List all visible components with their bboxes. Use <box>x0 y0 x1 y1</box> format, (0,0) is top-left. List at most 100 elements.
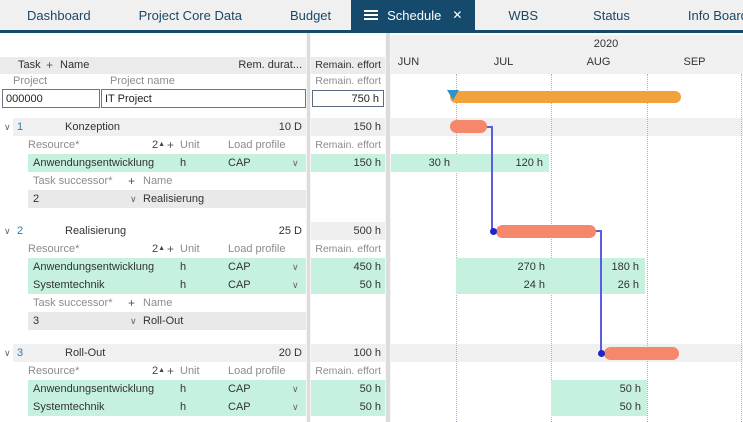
nav-item-budget[interactable]: Budget <box>290 8 331 23</box>
nav-item-status[interactable]: Status <box>593 8 630 23</box>
resource-effort-value[interactable]: 150 h <box>311 154 385 172</box>
nav-item-info-board[interactable]: Info Board <box>688 8 743 23</box>
resource-unit[interactable]: h <box>180 154 186 172</box>
task-effort-value[interactable]: 100 h <box>311 344 385 362</box>
remaining-effort-pane: Remain. effort Remain. effort 150 h Rema… <box>311 33 385 422</box>
nav-item-dashboard[interactable]: Dashboard <box>27 8 91 23</box>
gantt-effort-cell[interactable]: 180 h <box>551 258 645 276</box>
column-header-rem-duration: Rem. durat... <box>238 57 302 74</box>
resource-effort-col-label: Remain. effort <box>311 362 385 380</box>
add-successor-icon[interactable]: + <box>128 172 135 190</box>
resource-header-row: Resource* 2▲ + Unit Load profile <box>0 362 306 380</box>
resource-name[interactable]: Anwendungsentwicklung <box>33 380 154 398</box>
task-name[interactable]: Konzeption <box>65 118 120 136</box>
task-effort-value[interactable]: 150 h <box>311 118 385 136</box>
task-duration[interactable]: 10 D <box>279 118 302 136</box>
column-header-name: Name <box>60 57 89 74</box>
gantt-month-label: AUG <box>551 56 646 68</box>
resource-unit[interactable]: h <box>180 398 186 416</box>
resource-name[interactable]: Systemtechnik <box>33 276 105 294</box>
resource-row[interactable]: Systemtechnik h CAP ∨ <box>0 398 306 416</box>
add-task-icon[interactable]: + <box>46 57 53 74</box>
resource-header-row: Resource* 2▲ + Unit Load profile <box>0 240 306 258</box>
gantt-effort-cell[interactable]: 24 h <box>456 276 551 294</box>
sort-ascending-icon: ▲ <box>158 141 165 148</box>
nav-tab-schedule-label: Schedule <box>387 8 441 23</box>
load-profile-col-label: Load profile <box>228 136 286 154</box>
resource-unit[interactable]: h <box>180 258 186 276</box>
resource-effort-value[interactable]: 50 h <box>311 380 385 398</box>
task-name[interactable]: Roll-Out <box>65 344 105 362</box>
expand-chevron-icon[interactable]: ∨ <box>4 344 11 362</box>
task-bar-realisierung[interactable] <box>496 225 596 238</box>
nav-tab-schedule-active[interactable]: Schedule ✕ <box>351 0 475 30</box>
resource-row[interactable]: Anwendungsentwicklung h CAP ∨ <box>0 258 306 276</box>
add-successor-icon[interactable]: + <box>128 294 135 312</box>
gantt-effort-cell[interactable]: 26 h <box>551 276 645 294</box>
gantt-effort-cell[interactable]: 120 h <box>456 154 549 172</box>
expand-chevron-icon[interactable]: ∨ <box>4 222 11 240</box>
expand-chevron-icon[interactable]: ∨ <box>4 118 11 136</box>
resource-load-profile[interactable]: CAP <box>228 154 251 172</box>
nav-item-wbs[interactable]: WBS <box>508 8 538 23</box>
resource-load-profile[interactable]: CAP <box>228 258 251 276</box>
close-icon[interactable]: ✕ <box>452 8 462 22</box>
dropdown-chevron-icon[interactable]: ∨ <box>130 190 137 208</box>
resource-load-profile[interactable]: CAP <box>228 398 251 416</box>
successor-id[interactable]: 2 <box>33 190 39 208</box>
task-table-pane: Task + Name Rem. durat... Project Projec… <box>0 33 306 422</box>
task-bar-konzeption[interactable] <box>450 120 487 133</box>
resource-row[interactable]: Systemtechnik h CAP ∨ <box>0 276 306 294</box>
successor-row[interactable]: 2 ∨ Realisierung <box>0 190 306 208</box>
task-bar-roll-out[interactable] <box>604 347 679 360</box>
resource-effort-value[interactable]: 50 h <box>311 276 385 294</box>
resource-name[interactable]: Anwendungsentwicklung <box>33 258 154 276</box>
resource-row[interactable]: Anwendungsentwicklung h CAP ∨ <box>0 380 306 398</box>
gantt-effort-cell[interactable]: 270 h <box>456 258 551 276</box>
task-duration[interactable]: 25 D <box>279 222 302 240</box>
task-name[interactable]: Realisierung <box>65 222 126 240</box>
resource-row[interactable]: Anwendungsentwicklung h CAP ∨ <box>0 154 306 172</box>
sort-indicator[interactable]: 2▲ <box>152 240 165 258</box>
project-name-input[interactable] <box>101 89 306 108</box>
resource-effort-value[interactable]: 50 h <box>311 398 385 416</box>
task-row-realisierung[interactable]: ∨ 2 Realisierung 25 D <box>0 222 306 240</box>
project-summary-bar[interactable] <box>450 91 681 103</box>
project-id-input[interactable] <box>2 89 100 108</box>
dropdown-chevron-icon[interactable]: ∨ <box>292 154 299 172</box>
dropdown-chevron-icon[interactable]: ∨ <box>292 276 299 294</box>
gantt-month-label: SEP <box>647 56 742 68</box>
sort-indicator[interactable]: 2▲ <box>152 136 165 154</box>
add-resource-icon[interactable]: + <box>167 362 174 380</box>
task-duration[interactable]: 20 D <box>279 344 302 362</box>
task-row-konzeption[interactable]: ∨ 1 Konzeption 10 D <box>0 118 306 136</box>
sort-indicator[interactable]: 2▲ <box>152 362 165 380</box>
nav-item-project-core-data[interactable]: Project Core Data <box>139 8 242 23</box>
dropdown-chevron-icon[interactable]: ∨ <box>292 258 299 276</box>
successor-row[interactable]: 3 ∨ Roll-Out <box>0 312 306 330</box>
add-resource-icon[interactable]: + <box>167 240 174 258</box>
gantt-effort-cell[interactable]: 50 h <box>551 398 647 416</box>
resource-name[interactable]: Systemtechnik <box>33 398 105 416</box>
gantt-effort-cell[interactable]: 30 h <box>391 154 456 172</box>
dropdown-chevron-icon[interactable]: ∨ <box>130 312 137 330</box>
successor-header-row: Task successor* + Name <box>0 294 306 312</box>
add-resource-icon[interactable]: + <box>167 136 174 154</box>
dropdown-chevron-icon[interactable]: ∨ <box>292 380 299 398</box>
hamburger-icon[interactable] <box>364 14 378 16</box>
resource-unit[interactable]: h <box>180 380 186 398</box>
resource-name[interactable]: Anwendungsentwicklung <box>33 154 154 172</box>
dependency-dot <box>598 350 605 357</box>
load-profile-col-label: Load profile <box>228 240 286 258</box>
task-effort-value[interactable]: 500 h <box>311 222 385 240</box>
project-effort-input[interactable] <box>312 90 384 107</box>
resource-unit[interactable]: h <box>180 276 186 294</box>
dropdown-chevron-icon[interactable]: ∨ <box>292 398 299 416</box>
resource-load-profile[interactable]: CAP <box>228 380 251 398</box>
successor-id[interactable]: 3 <box>33 312 39 330</box>
resource-effort-value[interactable]: 450 h <box>311 258 385 276</box>
project-start-marker-icon[interactable] <box>447 90 459 100</box>
resource-load-profile[interactable]: CAP <box>228 276 251 294</box>
task-row-roll-out[interactable]: ∨ 3 Roll-Out 20 D <box>0 344 306 362</box>
gantt-effort-cell[interactable]: 50 h <box>551 380 647 398</box>
